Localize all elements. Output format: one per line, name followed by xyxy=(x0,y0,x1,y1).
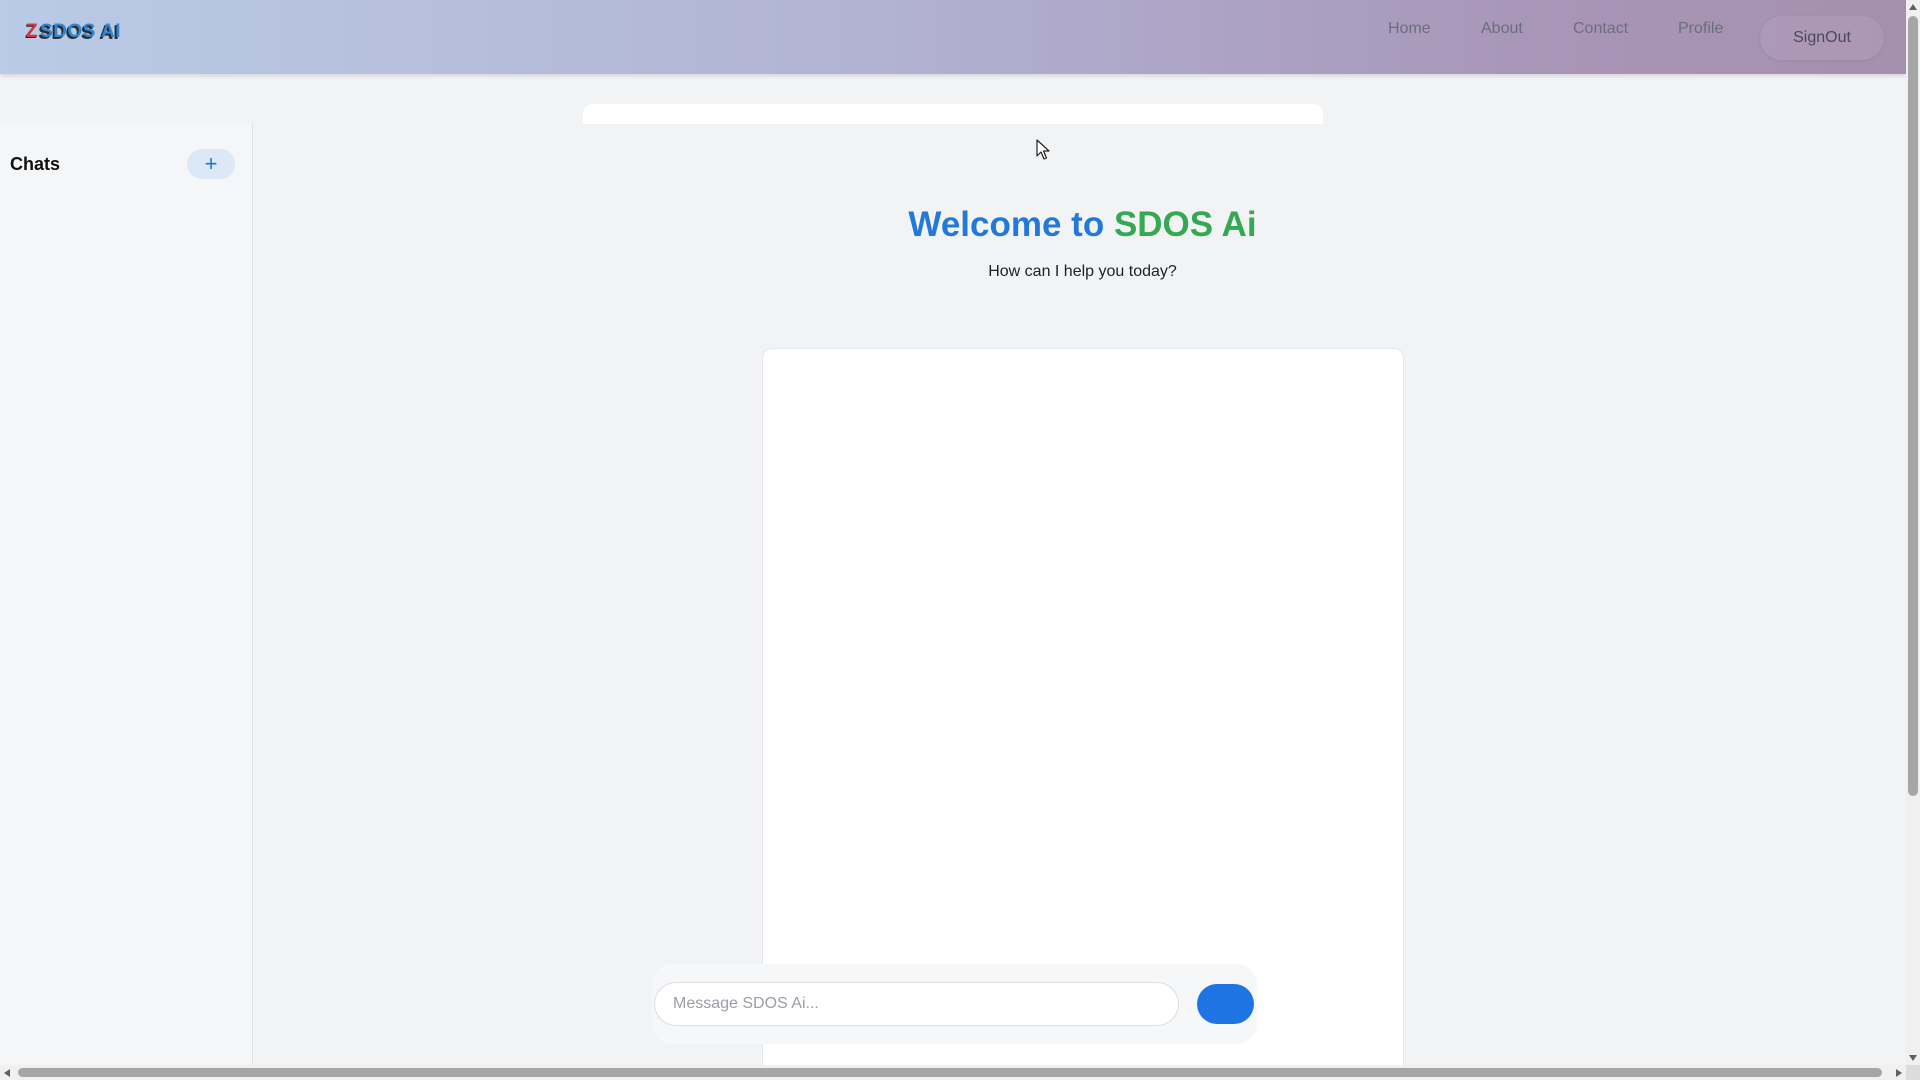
logo-text: SDOS AI xyxy=(40,21,122,42)
scrollbar-corner xyxy=(1906,1065,1920,1080)
signout-button[interactable]: SignOut xyxy=(1760,16,1884,60)
message-input[interactable] xyxy=(654,982,1179,1026)
app-logo[interactable]: Z SDOS AI xyxy=(26,21,121,43)
scroll-up-arrow-icon[interactable] xyxy=(1909,4,1917,10)
top-card-strip xyxy=(583,104,1323,124)
scroll-down-arrow-icon[interactable] xyxy=(1909,1055,1917,1061)
sidebar-title: Chats xyxy=(10,154,61,174)
new-chat-button[interactable]: + xyxy=(187,149,235,179)
top-navbar: Z SDOS AI Home About Contact Profile Sig… xyxy=(0,0,1906,74)
plus-icon: + xyxy=(204,151,218,176)
mouse-pointer-icon xyxy=(1036,139,1050,160)
nav-about-link[interactable]: About xyxy=(1481,20,1523,38)
nav-profile-link[interactable]: Profile xyxy=(1678,20,1723,38)
nav-contact-link[interactable]: Contact xyxy=(1573,20,1628,38)
welcome-brand: SDOS Ai xyxy=(1113,205,1257,244)
horizontal-scrollbar[interactable] xyxy=(0,1065,1906,1080)
nav-home-link[interactable]: Home xyxy=(1388,20,1431,38)
vertical-scrollbar[interactable] xyxy=(1906,0,1920,1065)
scroll-left-arrow-icon[interactable] xyxy=(4,1069,10,1077)
welcome-heading: Welcome to SDOS Ai xyxy=(0,205,1920,245)
logo-mark: Z xyxy=(26,21,39,42)
welcome-prefix: Welcome to xyxy=(908,205,1114,244)
scroll-right-arrow-icon[interactable] xyxy=(1896,1069,1902,1077)
welcome-subtitle: How can I help you today? xyxy=(988,263,1177,280)
send-button[interactable] xyxy=(1197,984,1254,1024)
chat-messages-panel xyxy=(762,348,1404,1065)
horizontal-scroll-thumb[interactable] xyxy=(18,1068,1882,1077)
vertical-scroll-thumb[interactable] xyxy=(1908,16,1918,796)
